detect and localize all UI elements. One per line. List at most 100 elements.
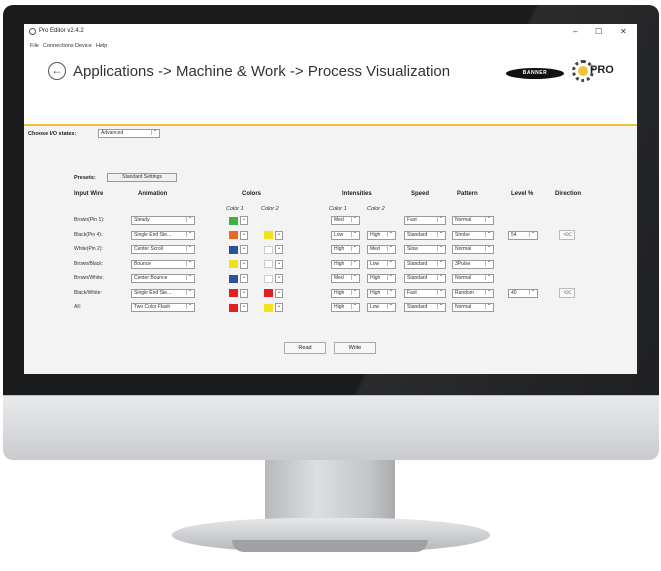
speed-select[interactable]: Fast — [404, 288, 446, 298]
intensity1-select[interactable]: High — [331, 259, 360, 269]
subheader-color2: Color 2 — [261, 206, 279, 212]
read-button[interactable]: Read — [284, 342, 326, 354]
speed-select[interactable]: Fast — [404, 216, 446, 225]
app-icon — [29, 28, 36, 35]
color2-dropdown[interactable]: ⌄ — [275, 274, 283, 283]
color2-dropdown[interactable]: ⌄ — [275, 303, 283, 312]
monitor-chin — [3, 395, 659, 460]
color2-dropdown[interactable]: ⌄ — [275, 288, 283, 298]
menu-device[interactable]: Device — [75, 43, 92, 49]
intensity2-select[interactable]: High — [367, 274, 396, 283]
io-states-select[interactable]: Advanced — [98, 129, 160, 138]
color2-swatch[interactable] — [264, 231, 273, 239]
back-button[interactable]: ← — [48, 62, 66, 80]
color1-dropdown[interactable]: ⌄ — [240, 245, 248, 254]
pattern-select[interactable]: 3Pulse — [452, 259, 494, 269]
color2-dropdown[interactable]: ⌄ — [275, 259, 283, 269]
pattern-select[interactable]: Normal — [452, 274, 494, 283]
pattern-select[interactable]: Normal — [452, 303, 494, 312]
color1-swatch[interactable] — [229, 274, 238, 283]
color1-swatch[interactable] — [229, 289, 238, 297]
intensity2-select[interactable]: High — [367, 288, 396, 298]
pattern-select[interactable]: Strobe — [452, 230, 494, 240]
color1-swatch[interactable] — [229, 231, 238, 239]
menu-connections[interactable]: Connections — [43, 43, 74, 49]
row-wire-label: Black/White: — [74, 289, 102, 296]
intensity2-select[interactable]: Low — [367, 259, 396, 269]
intensity2-select[interactable]: High — [367, 230, 396, 240]
header-colors: Colors — [242, 191, 262, 197]
row-wire-label: Black(Pin 4): — [74, 231, 103, 238]
animation-select[interactable]: Single End Ste... — [131, 230, 195, 240]
menu-bar: File Connections Device Help — [24, 40, 637, 52]
close-button[interactable]: ✕ — [620, 27, 627, 36]
color2-dropdown[interactable]: ⌄ — [275, 230, 283, 240]
color1-dropdown[interactable]: ⌄ — [240, 303, 248, 312]
color2-dropdown[interactable]: ⌄ — [275, 245, 283, 254]
write-button[interactable]: Write — [334, 342, 376, 354]
header-animation: Animation — [138, 191, 168, 197]
animation-select[interactable]: Bounce — [131, 259, 195, 269]
breadcrumb: Applications -> Machine & Work -> Proces… — [73, 63, 451, 80]
color1-swatch[interactable] — [229, 260, 238, 268]
pattern-select[interactable]: Random — [452, 288, 494, 298]
animation-select[interactable]: Center Scroll — [131, 245, 195, 254]
color2-swatch[interactable] — [264, 274, 273, 283]
color1-swatch[interactable] — [229, 303, 238, 312]
header-input-wire: Input Wire — [74, 191, 104, 197]
monitor-stand-base-edge — [232, 540, 428, 552]
speed-select[interactable]: Standard — [404, 259, 446, 269]
intensity1-select[interactable]: High — [331, 245, 360, 254]
intensity1-select[interactable]: High — [331, 288, 360, 298]
speed-select[interactable]: Standard — [404, 230, 446, 240]
color1-dropdown[interactable]: ⌄ — [240, 274, 248, 283]
intensity2-select[interactable]: Low — [367, 303, 396, 312]
animation-select[interactable]: Two Color Flash — [131, 303, 195, 312]
color1-dropdown[interactable]: ⌄ — [240, 230, 248, 240]
level-select[interactable]: 54 — [508, 230, 538, 240]
pro-logo: PRO — [590, 64, 614, 76]
color1-dropdown[interactable]: ⌄ — [240, 216, 248, 225]
menu-file[interactable]: File — [30, 43, 39, 49]
banner-logo: BANNER — [506, 68, 564, 79]
title-bar: Pro Editor v2.4.2 – ☐ ✕ — [24, 24, 637, 40]
color2-swatch[interactable] — [264, 289, 273, 297]
animation-select[interactable]: Steady — [131, 216, 195, 225]
back-arrow-icon: ← — [51, 63, 63, 77]
color1-dropdown[interactable]: ⌄ — [240, 259, 248, 269]
intensity2-select[interactable]: Med — [367, 245, 396, 254]
row-wire-label: Brown/White: — [74, 275, 104, 281]
color2-swatch[interactable] — [264, 245, 273, 254]
color1-swatch[interactable] — [229, 245, 238, 254]
app-window: Pro Editor v2.4.2 – ☐ ✕ File Connections… — [24, 24, 637, 374]
pattern-select[interactable]: Normal — [452, 245, 494, 254]
intensity1-select[interactable]: High — [331, 303, 360, 312]
intensity1-select[interactable]: Low — [331, 230, 360, 240]
animation-select[interactable]: Single End Ste... — [131, 288, 195, 298]
row-wire-label: White(Pin 2): — [74, 246, 103, 252]
direction-button[interactable]: << — [559, 287, 575, 298]
speed-select[interactable]: Standard — [404, 303, 446, 312]
menu-help[interactable]: Help — [96, 43, 107, 49]
header-pattern: Pattern — [457, 191, 478, 197]
row-wire-label: Brown/Black: — [74, 260, 104, 267]
speed-select[interactable]: Slow — [404, 245, 446, 254]
window-title: Pro Editor v2.4.2 — [39, 28, 84, 34]
maximize-button[interactable]: ☐ — [595, 27, 602, 36]
level-select[interactable]: 40 — [508, 288, 538, 298]
animation-select[interactable]: Center Bounce — [131, 274, 195, 283]
direction-button[interactable]: << — [559, 229, 575, 240]
minimize-button[interactable]: – — [573, 27, 577, 36]
color1-dropdown[interactable]: ⌄ — [240, 288, 248, 298]
pattern-select[interactable]: Normal — [452, 216, 494, 225]
presets-select[interactable]: Standard Settings — [107, 173, 177, 182]
io-states-label: Choose I/O states: — [28, 131, 77, 137]
subheader-color1: Color 1 — [226, 206, 244, 212]
intensity1-select[interactable]: Med — [331, 216, 360, 225]
speed-select[interactable]: Standard — [404, 274, 446, 283]
color2-swatch[interactable] — [264, 303, 273, 312]
header-intensities: Intensities — [342, 191, 372, 197]
intensity1-select[interactable]: Med — [331, 274, 360, 283]
color1-swatch[interactable] — [229, 216, 238, 225]
color2-swatch[interactable] — [264, 260, 273, 268]
